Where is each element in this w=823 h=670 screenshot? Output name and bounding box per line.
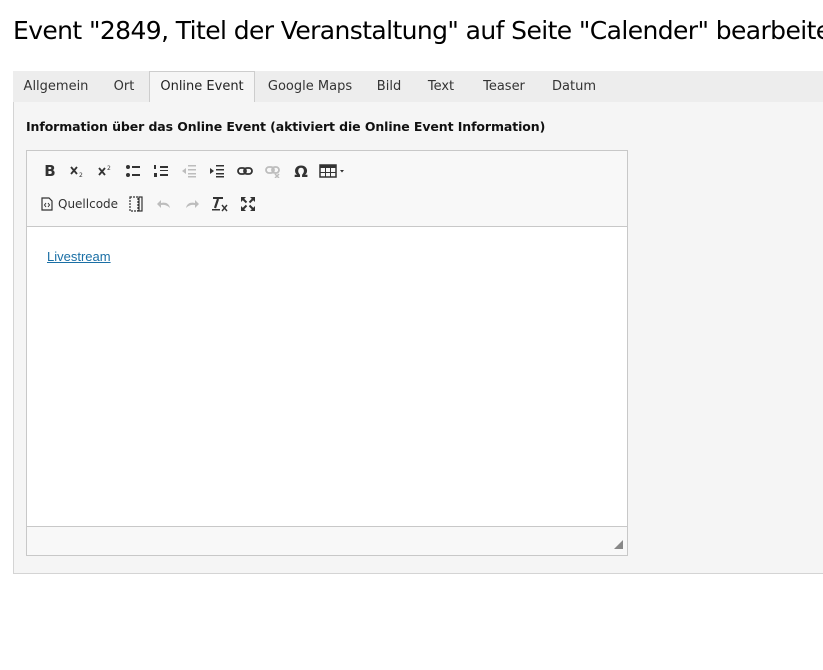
- field-label: Information über das Online Event (aktiv…: [26, 119, 546, 134]
- editor-content-area[interactable]: Livestream: [27, 227, 627, 527]
- tab-bild[interactable]: Bild: [365, 71, 413, 102]
- outdent-icon[interactable]: [177, 160, 201, 182]
- bold-icon[interactable]: B: [38, 160, 62, 182]
- svg-text:2: 2: [107, 165, 111, 172]
- table-icon[interactable]: [317, 160, 349, 182]
- superscript-icon[interactable]: 2: [93, 160, 117, 182]
- redo-icon[interactable]: [180, 193, 204, 215]
- source-code-label: Quellcode: [58, 197, 119, 211]
- indent-icon[interactable]: [205, 160, 229, 182]
- tab-google-maps[interactable]: Google Maps: [255, 71, 365, 102]
- bullet-list-icon[interactable]: [121, 160, 145, 182]
- remove-format-icon[interactable]: [208, 193, 232, 215]
- tab-allgemein[interactable]: Allgemein: [13, 71, 99, 102]
- subscript-icon[interactable]: 2: [65, 160, 89, 182]
- maximize-icon[interactable]: [236, 193, 260, 215]
- tab-ort[interactable]: Ort: [99, 71, 149, 102]
- tab-datum[interactable]: Datum: [539, 71, 609, 102]
- unlink-icon[interactable]: [261, 160, 285, 182]
- link-icon[interactable]: [233, 160, 257, 182]
- svg-text:2: 2: [79, 172, 83, 178]
- tab-bar: Allgemein Ort Online Event Google Maps B…: [13, 71, 823, 103]
- tab-online-event[interactable]: Online Event: [149, 71, 255, 103]
- livestream-link[interactable]: Livestream: [47, 249, 111, 264]
- source-code-button[interactable]: Quellcode: [41, 193, 118, 215]
- rich-text-editor: B 2 2 Ω Quellcode Livestream: [26, 150, 628, 556]
- tab-teaser[interactable]: Teaser: [469, 71, 539, 102]
- source-code-icon: [41, 197, 53, 211]
- page-title: Event "2849, Titel der Veranstaltung" au…: [13, 16, 823, 45]
- show-blocks-icon[interactable]: [124, 193, 148, 215]
- special-character-icon[interactable]: Ω: [289, 160, 313, 182]
- undo-icon[interactable]: [152, 193, 176, 215]
- editor-toolbar: B 2 2 Ω Quellcode: [27, 151, 627, 227]
- resize-handle-icon[interactable]: [614, 540, 623, 549]
- editor-statusbar: [27, 526, 627, 555]
- tab-text[interactable]: Text: [413, 71, 469, 102]
- numbered-list-icon[interactable]: [149, 160, 173, 182]
